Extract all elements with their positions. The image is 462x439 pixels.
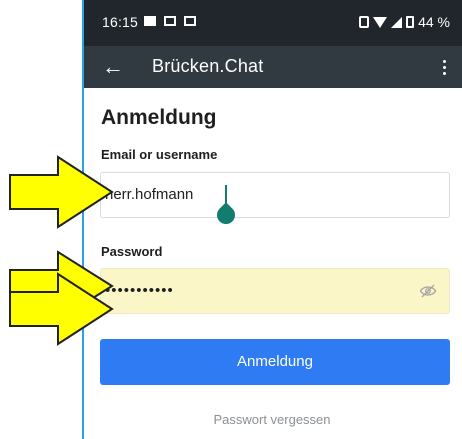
page-title: Anmeldung [101, 106, 217, 129]
phone-screen: 16:15 44 % ← Brücken.Chat Anmeldung Emai… [82, 0, 462, 439]
signal-icon [391, 16, 403, 28]
login-button[interactable]: Anmeldung [100, 339, 450, 385]
wifi-icon [373, 16, 388, 28]
more-vert-icon[interactable] [434, 54, 454, 80]
status-bar: 16:15 44 % [82, 0, 462, 46]
forgot-password-link[interactable]: Passwort vergessen [82, 412, 462, 427]
cast-icon [184, 16, 196, 26]
app-title: Brücken.Chat [152, 56, 264, 76]
battery-level: 44 % [418, 14, 450, 30]
password-field[interactable]: ••••••••••• [100, 268, 450, 314]
eye-off-icon[interactable] [419, 283, 437, 299]
yellow-arrow-icon [9, 155, 114, 229]
screen-icon [164, 16, 176, 26]
yellow-arrow-icon [9, 272, 114, 346]
vibrate-icon [359, 16, 370, 28]
email-field[interactable]: herr.hofmann [100, 172, 450, 228]
gallery-icon [144, 16, 156, 26]
status-time: 16:15 [102, 14, 139, 30]
status-right: 44 % [359, 14, 450, 30]
app-bar: ← Brücken.Chat [82, 46, 462, 88]
caret-handle[interactable] [213, 202, 239, 228]
battery-icon [406, 16, 415, 28]
back-arrow-icon[interactable]: ← [100, 53, 126, 81]
